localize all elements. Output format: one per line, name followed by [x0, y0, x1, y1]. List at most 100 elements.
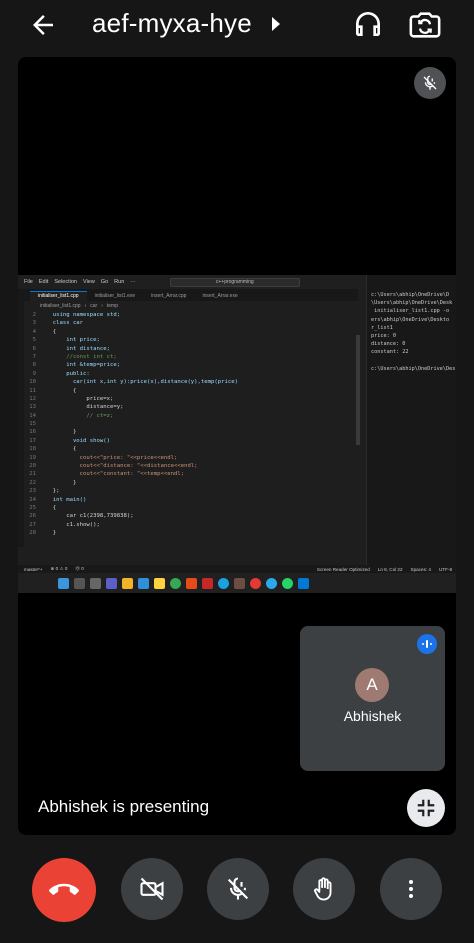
code-text: car(int x,int y):price(x),distance(y),te…: [46, 379, 238, 386]
code-line: 13 distance=y;: [18, 403, 358, 411]
line-number: 17: [29, 437, 36, 444]
line-number: 23: [29, 488, 36, 495]
terminal-line: initialiser_list1.cpp -o: [371, 308, 450, 315]
breadcrumb-item: temp: [106, 303, 118, 309]
end-call-button[interactable]: [32, 858, 96, 922]
call-controls-bar: [0, 858, 474, 924]
windows-start-icon: [58, 577, 69, 589]
code-text: };: [46, 488, 60, 495]
code-line: 22 }: [18, 479, 358, 487]
mic-off-icon: [227, 877, 249, 900]
back-button[interactable]: [28, 10, 58, 40]
presentation-stage[interactable]: File Edit Selection View Go Run ··· c++p…: [18, 57, 456, 835]
photos-icon: [138, 577, 149, 589]
headphones-icon: [356, 12, 380, 36]
line-number: 7: [32, 353, 36, 360]
line-number: 2: [32, 312, 36, 318]
more-options-button[interactable]: [380, 858, 442, 920]
editor-tab: initialiser_list1.cpp: [30, 291, 87, 301]
terminal-line: distance: 0: [371, 341, 406, 348]
more-options-icon: [409, 880, 413, 898]
code-line: 10 car(int x,int y):price(x),distance(y)…: [18, 378, 358, 386]
vscode-icon: [298, 577, 309, 589]
code-line: 28 }: [18, 529, 358, 537]
code-line: 8 int &temp=price;: [18, 361, 358, 369]
line-number: 21: [29, 471, 36, 478]
search-icon: [74, 577, 85, 589]
code-text: using namespace std;: [46, 312, 121, 318]
code-text: void show(): [46, 437, 110, 444]
code-text: int main(): [46, 496, 87, 503]
app-icon: [234, 577, 245, 589]
code-line: 18 {: [18, 445, 358, 453]
editor-tab: insert_Arrar.cpp: [151, 293, 187, 299]
meeting-code-title[interactable]: aef-myxa-hye: [92, 8, 252, 39]
terminal-line: constant: 22: [371, 349, 409, 356]
line-number: 24: [29, 496, 36, 503]
code-editor: 2 using namespace std; 3 class car 4 {5 in…: [18, 311, 358, 545]
editor-tabs: initialiser_list1.cpp initialiser_list1.…: [18, 289, 358, 301]
menu-item: ···: [130, 279, 136, 285]
file-explorer-icon: [122, 577, 133, 589]
shared-screen-content: File Edit Selection View Go Run ··· c++p…: [18, 275, 456, 593]
exit-fullscreen-button[interactable]: [407, 789, 445, 827]
line-number: 10: [29, 379, 36, 386]
end-call-icon: [49, 883, 79, 895]
editor-tab: insert_Arrar.exe: [202, 293, 238, 299]
line-number: 6: [32, 345, 36, 352]
switch-camera-button[interactable]: [408, 8, 442, 42]
code-text: int price;: [46, 337, 100, 344]
presenting-status-label: Abhishek is presenting: [38, 797, 210, 816]
menu-item: Selection: [54, 279, 77, 285]
raise-hand-button[interactable]: [293, 858, 355, 920]
breadcrumb-sep: ›: [101, 303, 103, 309]
participant-name: Abhishek: [343, 708, 402, 724]
code-line: 17 void show(): [18, 437, 358, 445]
terminal-line: r_list1: [371, 324, 393, 331]
line-number: 25: [29, 504, 36, 511]
audio-output-button[interactable]: [352, 8, 384, 40]
raise-hand-icon: [314, 877, 332, 901]
camera-off-icon: [140, 877, 164, 901]
menu-item: Go: [100, 279, 109, 285]
line-number: 8: [32, 362, 36, 369]
code-line: 2 using namespace std;: [18, 311, 358, 319]
status-right: Screen Reader Optimized Ln 8, Col 22 Spa…: [317, 567, 456, 572]
line-number: 5: [32, 337, 36, 344]
line-number: 9: [32, 370, 36, 377]
line-number: 12: [29, 395, 36, 402]
breadcrumb-item: initialiser_list1.cpp: [40, 303, 81, 309]
status-item: Ln 8, Col 22: [377, 566, 403, 572]
arrow-left-icon: [33, 15, 53, 35]
caret-right-icon[interactable]: [270, 16, 282, 32]
status-item: UTF-8: [438, 566, 452, 572]
speaking-indicator-icon: [417, 634, 437, 654]
terminal-line: c:\Users\abhip\OneDrive\Des: [371, 365, 456, 372]
whatsapp-icon: [282, 577, 293, 589]
code-line: 3 class car: [18, 319, 358, 327]
line-number: 19: [29, 454, 36, 461]
microphone-toggle-button[interactable]: [207, 858, 269, 920]
self-participant-tile[interactable]: A Abhishek: [300, 626, 445, 771]
terminal-line: c:\Users\abhip\OneDrive\D: [371, 292, 450, 298]
code-line: 11 {: [18, 387, 358, 395]
edge-icon: [218, 577, 229, 589]
opera-icon: [250, 577, 261, 589]
code-text: cout<<"price: "<<price<<endl;: [46, 454, 178, 461]
camera-toggle-button[interactable]: [121, 858, 183, 920]
code-line: 26 car c1(2398,739838);: [18, 512, 358, 520]
code-text: {: [46, 387, 77, 394]
code-text: int &temp=price;: [46, 362, 121, 369]
line-number: 3: [32, 320, 36, 327]
terminal-line: \Users\abhip\OneDrive\Desk: [371, 300, 453, 307]
status-item: Ⓞ 0: [75, 566, 84, 571]
terminal-line: price: 0: [371, 333, 396, 340]
code-text: int distance;: [46, 345, 110, 352]
code-text: price=x;: [46, 395, 114, 402]
code-line: 21 cout<<"constant: "<<temp<<endl;: [18, 470, 358, 478]
code-text: {: [46, 504, 57, 511]
chrome-icon: [170, 577, 181, 589]
code-text: distance=y;: [46, 404, 124, 411]
code-line: 14 // ct=z;: [18, 412, 358, 420]
